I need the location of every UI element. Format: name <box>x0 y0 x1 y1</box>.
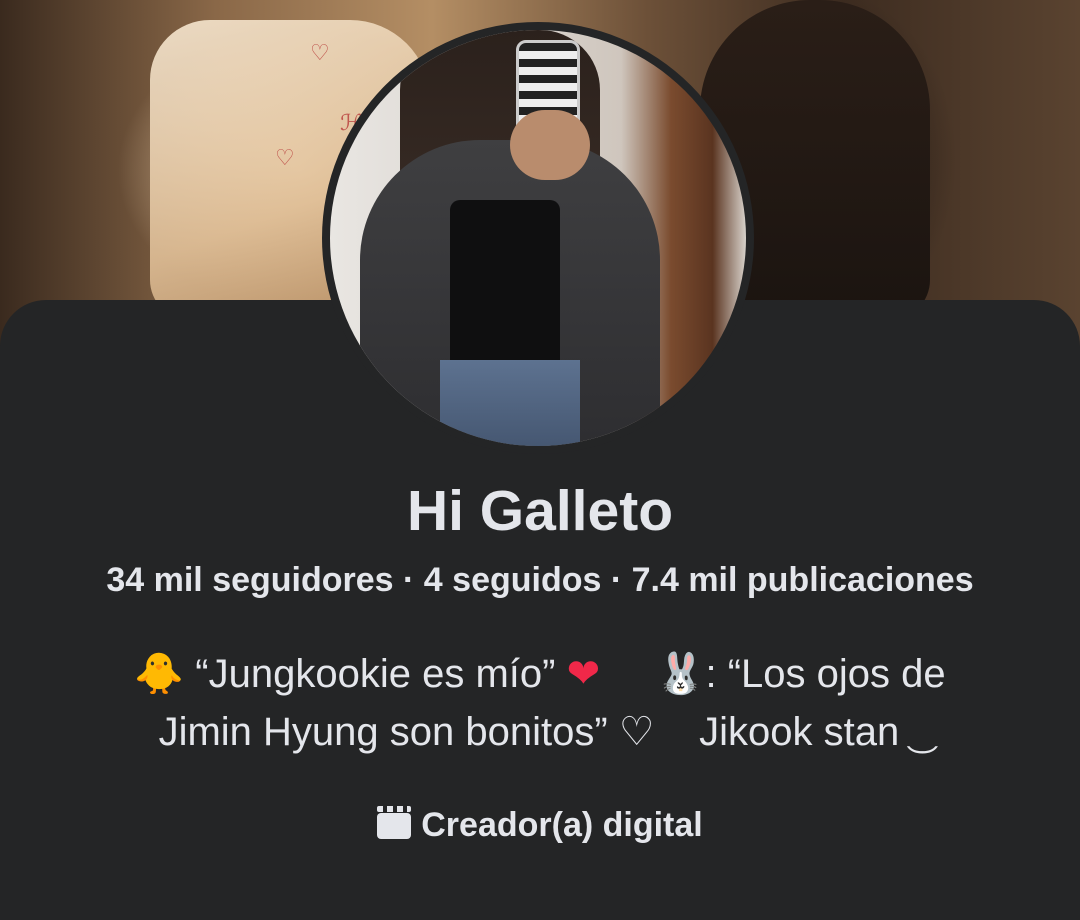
category-label: Creador(a) digital <box>421 806 703 844</box>
bio-line1-part2: 🐰: “Los ojos de <box>600 652 946 696</box>
cover-heart-doodle: ♡ <box>310 40 330 65</box>
avatar-jeans <box>440 360 580 446</box>
profile-category[interactable]: Creador(a) digital <box>0 803 1080 847</box>
avatar-hand <box>510 110 590 180</box>
profile-avatar[interactable] <box>330 30 746 446</box>
cover-heart-doodle: ♡ <box>275 145 295 170</box>
clapperboard-icon <box>377 806 412 839</box>
profile-name: Hi Galleto <box>406 479 674 543</box>
profile-bio: 🐥 “Jungkookie es mío” ❤ 🐰: “Los ojos de … <box>80 645 1000 761</box>
bio-line2: Jimin Hyung son bonitos” ♡ Jikook stan ͜ <box>158 710 922 754</box>
profile-stats[interactable]: 34 mil seguidores · 4 seguidos · 7.4 mil… <box>0 558 1080 602</box>
bio-line1-part1: 🐥 “Jungkookie es mío” <box>134 652 567 696</box>
red-heart-icon: ❤ <box>566 652 601 696</box>
